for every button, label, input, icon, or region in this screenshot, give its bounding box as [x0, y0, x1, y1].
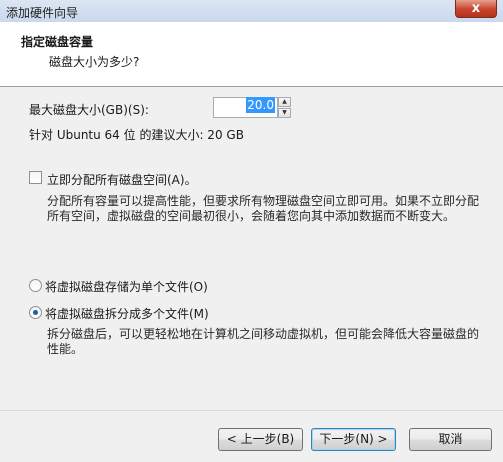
split-desc-line2: 性能。: [47, 342, 84, 356]
wizard-header: 指定磁盘容量 磁盘大小为多少?: [0, 22, 503, 87]
spinner-buttons: ▲ ▼: [278, 97, 291, 118]
close-button[interactable]: x: [455, 0, 497, 18]
single-file-radio[interactable]: [29, 279, 42, 292]
cancel-button[interactable]: 取消: [409, 428, 492, 451]
page-subtitle: 磁盘大小为多少?: [49, 55, 140, 69]
spinner-up-icon[interactable]: ▲: [278, 97, 291, 107]
disk-size-spinner[interactable]: 20.0 ▲ ▼: [213, 97, 291, 118]
allocate-all-label[interactable]: 立即分配所有磁盘空间(A)。: [47, 171, 197, 188]
disk-size-value: 20.0: [246, 97, 275, 113]
spinner-down-icon[interactable]: ▼: [278, 108, 291, 118]
split-desc-line1: 拆分磁盘后，可以更轻松地在计算机之间移动虚拟机，但可能会降低大容量磁盘的: [47, 327, 480, 341]
disk-size-label: 最大磁盘大小(GB)(S):: [29, 103, 149, 117]
page-title: 指定磁盘容量: [21, 35, 94, 49]
allocate-desc-line2: 所有空间，虚拟磁盘的空间最初很小，会随着您向其中添加数据而不断变大。: [47, 209, 456, 223]
single-file-label[interactable]: 将虚拟磁盘存储为单个文件(O): [45, 278, 208, 295]
next-button[interactable]: 下一步(N) >: [311, 428, 396, 451]
back-button[interactable]: < 上一步(B): [218, 428, 303, 451]
close-icon: x: [471, 1, 481, 16]
window-title: 添加硬件向导: [6, 6, 79, 20]
title-bar: 添加硬件向导 x: [0, 0, 503, 23]
split-files-label[interactable]: 将虚拟磁盘拆分成多个文件(M): [45, 305, 209, 322]
disk-size-input[interactable]: 20.0: [213, 97, 278, 118]
recommended-size-text: 针对 Ubuntu 64 位 的建议大小: 20 GB: [29, 128, 244, 142]
allocate-all-checkbox[interactable]: [29, 171, 42, 184]
allocate-desc-line1: 分配所有容量可以提高性能，但要求所有物理磁盘空间立即可用。如果不立即分配: [47, 194, 480, 208]
split-files-radio[interactable]: [29, 306, 42, 319]
